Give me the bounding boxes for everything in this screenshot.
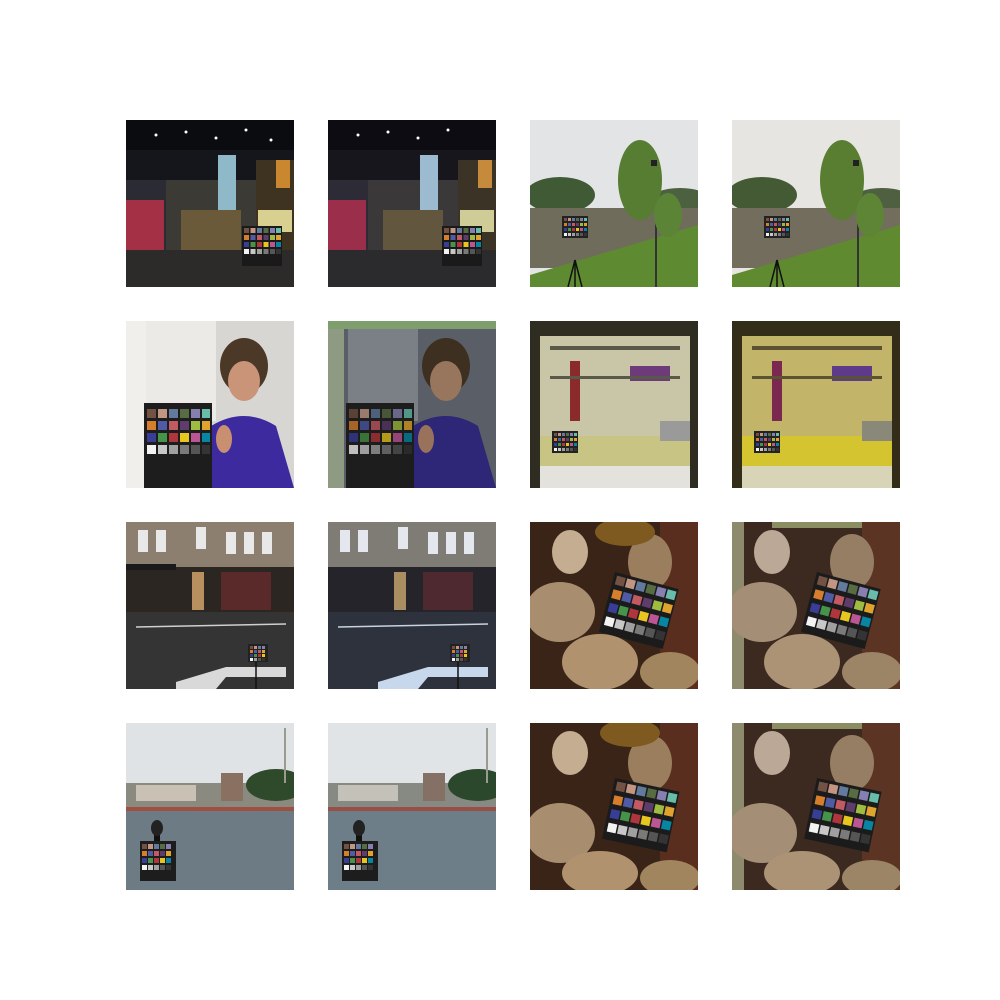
night-market-scene — [328, 120, 496, 287]
street-scene — [328, 522, 496, 689]
color-checker — [346, 403, 414, 488]
photo-waterfront-original — [126, 723, 294, 890]
lake-tree-scene — [732, 120, 900, 287]
workshop-scene — [530, 321, 698, 488]
lake-tree-scene — [530, 120, 698, 287]
person-checker-scene — [126, 321, 294, 488]
color-checker — [764, 216, 790, 238]
photo-workshop-processed — [732, 321, 900, 488]
woven-rolls-scene — [530, 723, 698, 890]
photo-street-processed — [328, 522, 496, 689]
waterfront-scene — [126, 723, 294, 890]
photo-woven-rolls-2-original — [530, 723, 698, 890]
photo-lake-tree-original — [530, 120, 698, 287]
color-checker — [242, 226, 282, 266]
street-scene — [126, 522, 294, 689]
color-checker — [442, 226, 482, 266]
person-checker-scene — [328, 321, 496, 488]
photo-person-checker-processed — [328, 321, 496, 488]
workshop-scene — [732, 321, 900, 488]
color-checker — [562, 216, 588, 238]
woven-rolls-scene — [732, 723, 900, 890]
color-checker — [144, 403, 212, 488]
night-market-scene — [126, 120, 294, 287]
color-checker — [450, 644, 470, 662]
photo-woven-rolls-processed — [732, 522, 900, 689]
photo-waterfront-processed — [328, 723, 496, 890]
color-checker — [140, 841, 176, 881]
photo-person-checker-original — [126, 321, 294, 488]
photo-lake-tree-processed — [732, 120, 900, 287]
color-checker — [342, 841, 378, 881]
woven-rolls-scene — [530, 522, 698, 689]
photo-night-market-original — [126, 120, 294, 287]
photo-workshop-original — [530, 321, 698, 488]
photo-street-original — [126, 522, 294, 689]
color-checker — [754, 431, 780, 453]
woven-rolls-scene — [732, 522, 900, 689]
photo-woven-rolls-2-processed — [732, 723, 900, 890]
waterfront-scene — [328, 723, 496, 890]
photo-woven-rolls-original — [530, 522, 698, 689]
color-checker — [552, 431, 578, 453]
photo-night-market-processed — [328, 120, 496, 287]
color-checker — [248, 644, 268, 662]
